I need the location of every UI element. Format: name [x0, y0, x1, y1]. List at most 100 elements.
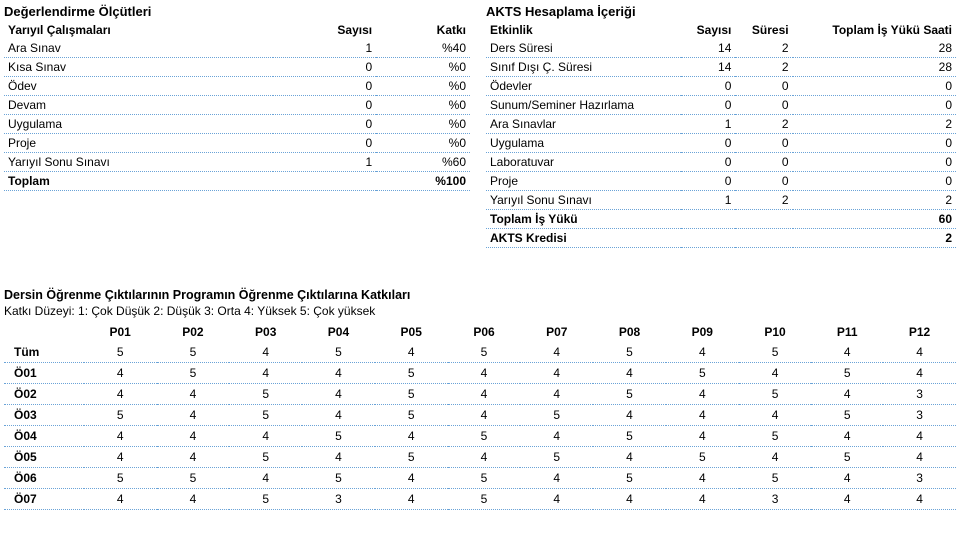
cell-value: 4	[666, 489, 739, 510]
contrib-corner	[4, 322, 84, 342]
table-row: Yarıyıl Sonu Sınavı122	[486, 191, 956, 210]
cell-value: 4	[883, 342, 956, 363]
table-row: Devam0%0	[4, 96, 470, 115]
row-pct: %60	[376, 153, 470, 172]
row-count: 0	[273, 77, 377, 96]
row-label: Ödev	[4, 77, 273, 96]
contrib-col: P03	[229, 322, 302, 342]
cell-value: 5	[448, 342, 521, 363]
row-value	[735, 210, 792, 229]
row-value: 0	[681, 134, 736, 153]
row-value: 60	[793, 210, 956, 229]
cell-value: 5	[375, 447, 448, 468]
row-label: Proje	[486, 172, 681, 191]
row-value	[681, 210, 736, 229]
table-row: Proje0%0	[4, 134, 470, 153]
cell-value: 4	[302, 447, 375, 468]
row-value: 0	[793, 77, 956, 96]
cell-value: 5	[593, 384, 666, 405]
cell-value: 4	[302, 405, 375, 426]
contrib-col: P08	[593, 322, 666, 342]
row-count: 0	[273, 96, 377, 115]
cell-value: 5	[375, 405, 448, 426]
cell-value: 4	[448, 405, 521, 426]
row-count: 1	[273, 153, 377, 172]
cell-value: 4	[593, 447, 666, 468]
cell-value: 4	[883, 447, 956, 468]
cell-value: 4	[739, 447, 812, 468]
contrib-col: P01	[84, 322, 157, 342]
row-label: Toplam İş Yükü	[486, 210, 681, 229]
cell-value: 4	[739, 405, 812, 426]
cell-value: 4	[666, 468, 739, 489]
row-value	[735, 229, 792, 248]
cell-value: 5	[448, 489, 521, 510]
cell-value: 5	[302, 468, 375, 489]
cell-value: 4	[448, 384, 521, 405]
table-row: Tüm554545454544	[4, 342, 956, 363]
row-value: 14	[681, 39, 736, 58]
contrib-col: P09	[666, 322, 739, 342]
contrib-col: P12	[883, 322, 956, 342]
row-label: Kısa Sınav	[4, 58, 273, 77]
eval-title: Değerlendirme Ölçütleri	[4, 4, 470, 19]
table-row: Ö01454454445454	[4, 363, 956, 384]
row-pct: %100	[376, 172, 470, 191]
table-row: Sunum/Seminer Hazırlama000	[486, 96, 956, 115]
table-row: Sınıf Dışı Ç. Süresi14228	[486, 58, 956, 77]
row-label: Proje	[4, 134, 273, 153]
row-pct: %0	[376, 77, 470, 96]
cell-value: 4	[593, 489, 666, 510]
cell-value: 4	[157, 426, 230, 447]
row-value: 2	[735, 58, 792, 77]
row-label: Uygulama	[4, 115, 273, 134]
row-count	[273, 172, 377, 191]
contribution-panel: Dersin Öğrenme Çıktılarının Programın Öğ…	[0, 288, 960, 510]
row-value: 0	[681, 153, 736, 172]
row-value: 2	[735, 39, 792, 58]
row-value: 28	[793, 58, 956, 77]
cell-value: 5	[229, 447, 302, 468]
cell-value: 4	[520, 468, 593, 489]
akts-col-0: Etkinlik	[486, 21, 681, 39]
row-value: 0	[735, 96, 792, 115]
cell-value: 5	[739, 426, 812, 447]
contrib-col: P10	[739, 322, 812, 342]
row-label: Yarıyıl Sonu Sınavı	[4, 153, 273, 172]
table-row: Uygulama000	[486, 134, 956, 153]
table-row: Ö02445454454543	[4, 384, 956, 405]
row-value: 2	[735, 115, 792, 134]
table-row: Ö04444545454544	[4, 426, 956, 447]
table-row: Ödevler000	[486, 77, 956, 96]
row-label: Sunum/Seminer Hazırlama	[486, 96, 681, 115]
contrib-title: Dersin Öğrenme Çıktılarının Programın Öğ…	[4, 288, 956, 302]
row-value: 2	[793, 229, 956, 248]
cell-value: 4	[157, 447, 230, 468]
cell-value: 4	[883, 489, 956, 510]
eval-col-0: Yarıyıl Çalışmaları	[4, 21, 273, 39]
row-pct: %0	[376, 115, 470, 134]
cell-value: 5	[666, 363, 739, 384]
akts-col-3: Toplam İş Yükü Saati	[793, 21, 956, 39]
cell-value: 5	[229, 489, 302, 510]
cell-value: 3	[883, 468, 956, 489]
table-row: Toplam%100	[4, 172, 470, 191]
eval-col-2: Katkı	[376, 21, 470, 39]
cell-value: 4	[448, 363, 521, 384]
cell-value: 4	[739, 363, 812, 384]
cell-value: 5	[811, 447, 883, 468]
cell-value: 5	[593, 342, 666, 363]
row-value: 0	[793, 172, 956, 191]
cell-value: 5	[811, 363, 883, 384]
cell-value: 4	[811, 489, 883, 510]
table-row: Ara Sınav1%40	[4, 39, 470, 58]
cell-value: 5	[302, 342, 375, 363]
row-label: Ö05	[4, 447, 84, 468]
cell-value: 5	[520, 447, 593, 468]
cell-value: 5	[229, 405, 302, 426]
cell-value: 5	[448, 468, 521, 489]
row-count: 0	[273, 115, 377, 134]
row-value: 0	[735, 77, 792, 96]
contrib-col: P07	[520, 322, 593, 342]
row-value	[681, 229, 736, 248]
